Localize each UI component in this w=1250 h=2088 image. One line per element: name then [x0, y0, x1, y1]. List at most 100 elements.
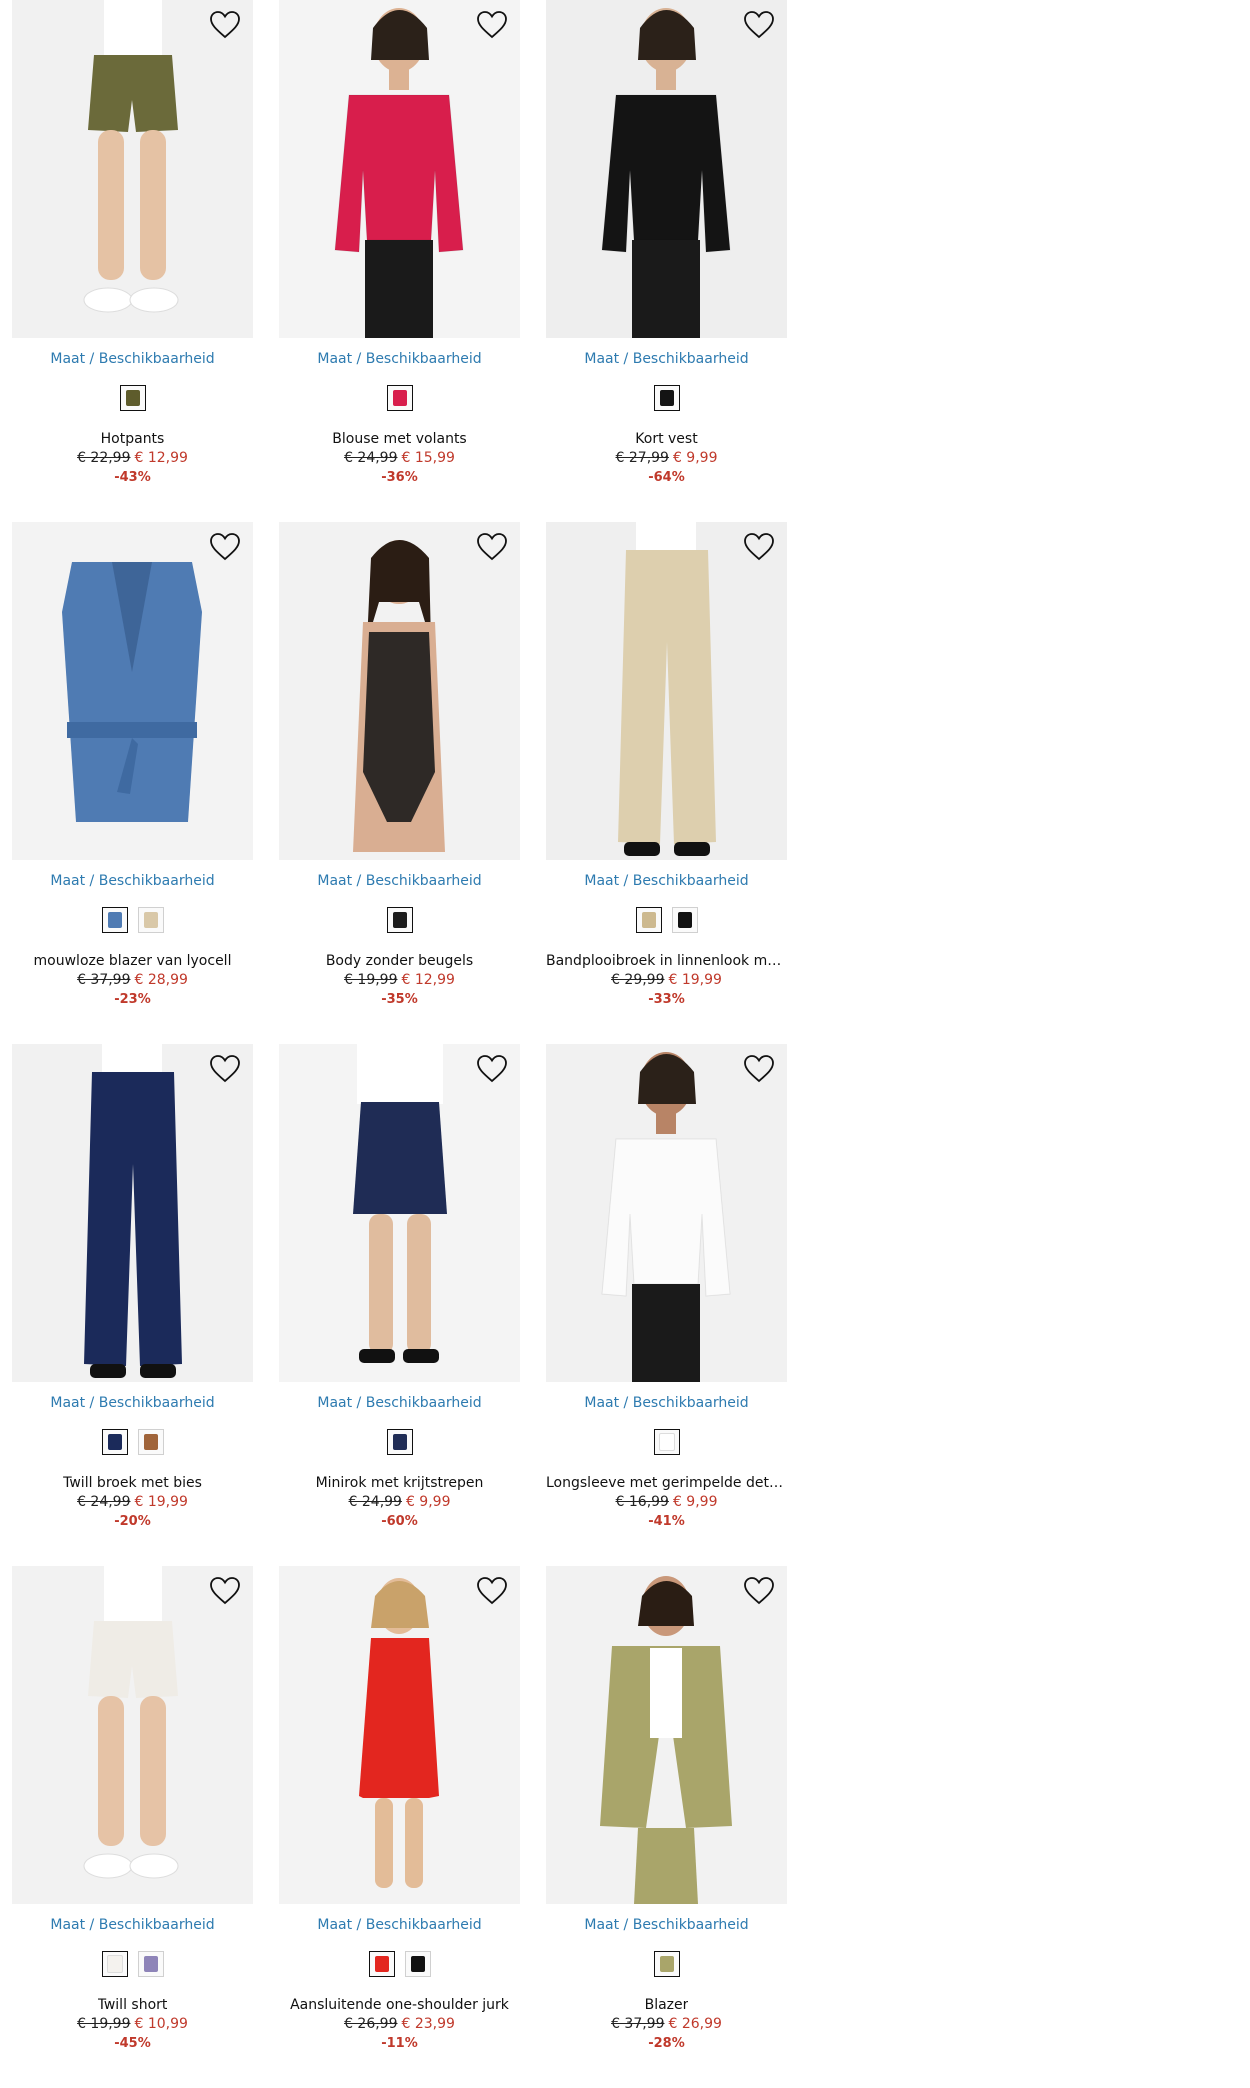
size-availability-link[interactable]: Maat / Beschikbaarheid: [317, 872, 481, 890]
color-swatch[interactable]: [119, 385, 146, 411]
original-price: € 24,99: [344, 450, 398, 466]
color-swatch[interactable]: [101, 1429, 128, 1455]
product-name[interactable]: Blazer: [645, 1996, 689, 2014]
color-swatch[interactable]: [137, 1951, 164, 1977]
product-name[interactable]: Hotpants: [101, 430, 165, 448]
discount-badge: -43%: [114, 470, 151, 485]
size-availability-link[interactable]: Maat / Beschikbaarheid: [584, 1394, 748, 1412]
product-name[interactable]: Twill broek met bies: [63, 1474, 202, 1492]
product-card[interactable]: Maat / Beschikbaarheid Body zonder beuge…: [279, 522, 520, 1044]
color-swatch[interactable]: [404, 1951, 431, 1977]
product-card[interactable]: Maat / Beschikbaarheid Blazer € 37,99 € 2…: [546, 1566, 787, 2088]
discount-badge: -20%: [114, 1514, 151, 1529]
wishlist-heart-icon[interactable]: [743, 532, 775, 562]
price-row: € 26,99 € 23,99: [344, 2014, 455, 2034]
discount-badge: -36%: [381, 470, 418, 485]
product-image[interactable]: [279, 1566, 520, 1904]
product-card[interactable]: Maat / Beschikbaarheid Hotpants € 22,99 €…: [12, 0, 253, 522]
color-swatch[interactable]: [635, 907, 662, 933]
product-name[interactable]: Minirok met krijtstrepen: [316, 1474, 484, 1492]
sale-price: € 28,99: [134, 972, 188, 988]
size-availability-link[interactable]: Maat / Beschikbaarheid: [50, 1394, 214, 1412]
color-swatch[interactable]: [137, 1429, 164, 1455]
wishlist-heart-icon[interactable]: [476, 1054, 508, 1084]
product-name[interactable]: Body zonder beugels: [326, 952, 473, 970]
wishlist-heart-icon[interactable]: [743, 1054, 775, 1084]
size-availability-link[interactable]: Maat / Beschikbaarheid: [584, 350, 748, 368]
size-availability-link[interactable]: Maat / Beschikbaarheid: [584, 1916, 748, 1934]
size-availability-link[interactable]: Maat / Beschikbaarheid: [50, 872, 214, 890]
product-card[interactable]: Maat / Beschikbaarheid mouwloze blazer v…: [12, 522, 253, 1044]
wishlist-heart-icon[interactable]: [209, 1576, 241, 1606]
original-price: € 29,99: [611, 972, 665, 988]
price-row: € 24,99 € 9,99: [349, 1492, 451, 1512]
sale-price: € 10,99: [134, 2016, 188, 2032]
product-name[interactable]: Longsleeve met gerimpelde details: [546, 1474, 787, 1492]
size-availability-link[interactable]: Maat / Beschikbaarheid: [317, 1916, 481, 1934]
discount-badge: -45%: [114, 2036, 151, 2051]
product-image[interactable]: [279, 522, 520, 860]
wishlist-heart-icon[interactable]: [743, 1576, 775, 1606]
size-availability-link[interactable]: Maat / Beschikbaarheid: [50, 1916, 214, 1934]
product-image[interactable]: [546, 1566, 787, 1904]
wishlist-heart-icon[interactable]: [476, 1576, 508, 1606]
color-swatch[interactable]: [653, 385, 680, 411]
color-swatch[interactable]: [653, 1429, 680, 1455]
original-price: € 16,99: [615, 1494, 669, 1510]
wishlist-heart-icon[interactable]: [209, 1054, 241, 1084]
color-swatch[interactable]: [653, 1951, 680, 1977]
product-name[interactable]: mouwloze blazer van lyocell: [34, 952, 232, 970]
product-name[interactable]: Blouse met volants: [332, 430, 466, 448]
product-image[interactable]: [546, 522, 787, 860]
color-swatch[interactable]: [101, 907, 128, 933]
product-card[interactable]: Maat / Beschikbaarheid Longsleeve met ge…: [546, 1044, 787, 1566]
size-availability-link[interactable]: Maat / Beschikbaarheid: [317, 350, 481, 368]
wishlist-heart-icon[interactable]: [476, 532, 508, 562]
original-price: € 26,99: [344, 2016, 398, 2032]
wishlist-heart-icon[interactable]: [209, 532, 241, 562]
product-photo: [12, 1044, 253, 1382]
product-name[interactable]: Bandplooibroek in linnenlook met …: [546, 952, 787, 970]
wishlist-heart-icon[interactable]: [476, 10, 508, 40]
product-name[interactable]: Twill short: [98, 1996, 168, 2014]
price-row: € 24,99 € 15,99: [344, 448, 455, 468]
product-card[interactable]: Maat / Beschikbaarheid Aansluitende one-…: [279, 1566, 520, 2088]
product-card[interactable]: Maat / Beschikbaarheid Bandplooibroek in…: [546, 522, 787, 1044]
size-availability-link[interactable]: Maat / Beschikbaarheid: [50, 350, 214, 368]
color-swatches: [653, 384, 680, 412]
product-grid: Maat / Beschikbaarheid Hotpants € 22,99 €…: [12, 0, 790, 2088]
size-availability-link[interactable]: Maat / Beschikbaarheid: [317, 1394, 481, 1412]
product-image[interactable]: [546, 1044, 787, 1382]
color-swatch[interactable]: [671, 907, 698, 933]
product-image[interactable]: [279, 1044, 520, 1382]
product-photo: [12, 522, 253, 860]
color-swatch[interactable]: [386, 907, 413, 933]
color-swatch[interactable]: [368, 1951, 395, 1977]
color-swatch[interactable]: [101, 1951, 128, 1977]
price-row: € 24,99 € 19,99: [77, 1492, 188, 1512]
color-swatch[interactable]: [386, 385, 413, 411]
product-image[interactable]: [12, 0, 253, 338]
wishlist-heart-icon[interactable]: [209, 10, 241, 40]
price-row: € 29,99 € 19,99: [611, 970, 722, 990]
product-card[interactable]: Maat / Beschikbaarheid Twill short € 19,…: [12, 1566, 253, 2088]
product-card[interactable]: Maat / Beschikbaarheid Blouse met volant…: [279, 0, 520, 522]
product-card[interactable]: Maat / Beschikbaarheid Kort vest € 27,99…: [546, 0, 787, 522]
size-availability-link[interactable]: Maat / Beschikbaarheid: [584, 872, 748, 890]
product-image[interactable]: [12, 1044, 253, 1382]
color-swatch[interactable]: [137, 907, 164, 933]
price-row: € 16,99 € 9,99: [616, 1492, 718, 1512]
product-name[interactable]: Kort vest: [635, 430, 697, 448]
product-image[interactable]: [546, 0, 787, 338]
product-name[interactable]: Aansluitende one-shoulder jurk: [290, 1996, 509, 2014]
product-image[interactable]: [12, 1566, 253, 1904]
product-image[interactable]: [12, 522, 253, 860]
color-swatch[interactable]: [386, 1429, 413, 1455]
color-swatches: [653, 1950, 680, 1978]
product-card[interactable]: Maat / Beschikbaarheid Twill broek met b…: [12, 1044, 253, 1566]
product-card[interactable]: Maat / Beschikbaarheid Minirok met krijt…: [279, 1044, 520, 1566]
original-price: € 19,99: [77, 2016, 131, 2032]
product-photo: [12, 0, 253, 338]
product-image[interactable]: [279, 0, 520, 338]
wishlist-heart-icon[interactable]: [743, 10, 775, 40]
